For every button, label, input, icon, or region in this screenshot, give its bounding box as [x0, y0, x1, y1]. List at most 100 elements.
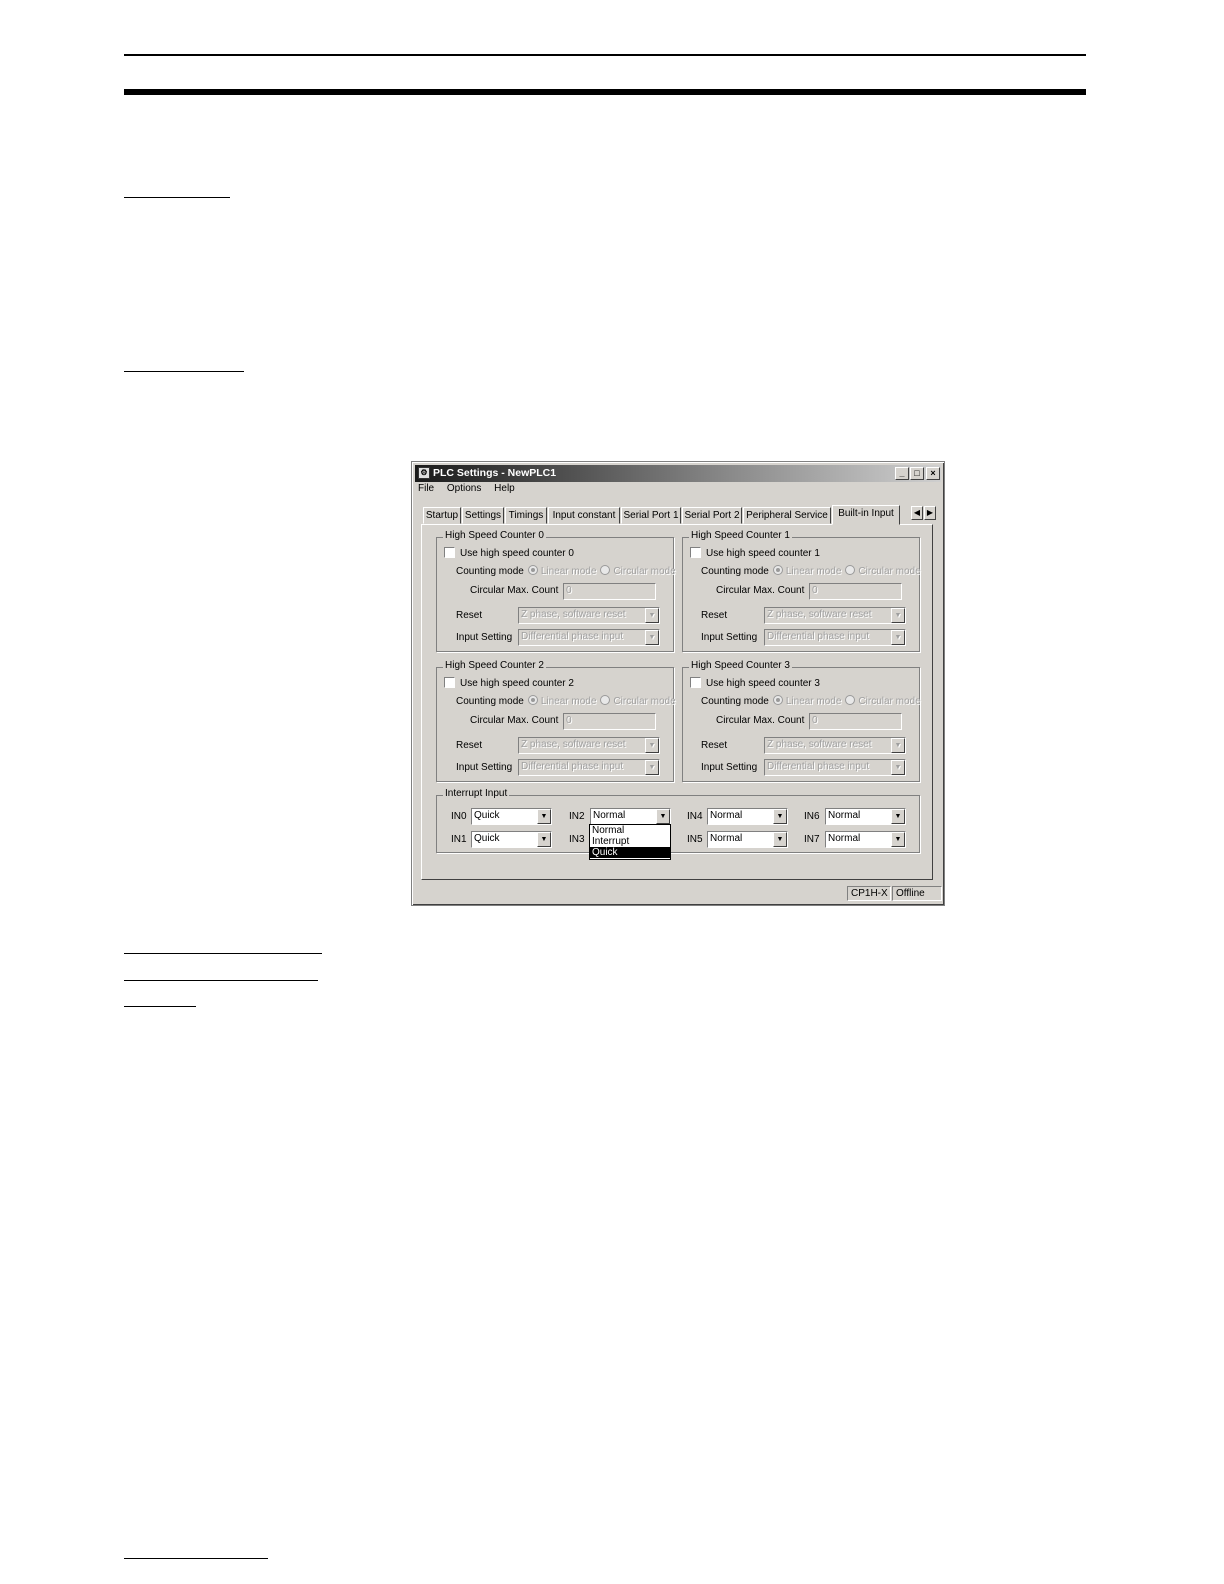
in1-value: Quick: [474, 833, 500, 844]
status-model: CP1H-X: [847, 886, 891, 901]
hsc3-use-checkbox[interactable]: [690, 677, 701, 688]
in0-select[interactable]: Quick ▼: [471, 808, 552, 825]
title-bar[interactable]: ⚙ PLC Settings - NewPLC1 _ □ ×: [415, 465, 941, 482]
hsc0-mode-row: Counting mode Linear mode Circular mode: [456, 565, 676, 577]
hsc0-max-input: 0: [563, 583, 656, 600]
heading-underline-1: [124, 197, 230, 198]
hsc2-reset-select: Z phase, software reset ▼: [518, 737, 660, 754]
tab-timings[interactable]: Timings: [505, 507, 547, 524]
chevron-down-icon[interactable]: ▼: [537, 832, 551, 847]
tab-startup[interactable]: Startup: [423, 507, 461, 524]
hsc1-linear-radio: [772, 565, 783, 575]
in7-select[interactable]: Normal ▼: [825, 831, 906, 848]
hsc2-mode-label: Counting mode: [456, 696, 524, 707]
menu-options[interactable]: Options: [447, 483, 481, 494]
minimize-button[interactable]: _: [895, 467, 909, 480]
heading-underline-2: [124, 371, 244, 372]
in0-label: IN0: [451, 811, 467, 822]
status-bar: CP1H-X Offline: [415, 885, 942, 902]
hsc2-linear-radio: [527, 695, 538, 705]
hsc1-input-select: Differential phase input ▼: [764, 629, 906, 646]
hsc2-max-input: 0: [563, 713, 656, 730]
hsc1-reset-select: Z phase, software reset ▼: [764, 607, 906, 624]
dropdown-option-normal[interactable]: Normal: [590, 825, 670, 836]
hsc3-group: High Speed Counter 3 Use high speed coun…: [682, 660, 921, 782]
hsc0-linear-label: Linear mode: [540, 566, 597, 577]
app-icon: ⚙: [418, 467, 430, 479]
hsc2-input-select: Differential phase input ▼: [518, 759, 660, 776]
chevron-down-icon[interactable]: ▼: [537, 809, 551, 824]
hsc2-reset-value: Z phase, software reset: [521, 739, 626, 750]
tab-serial-port-1[interactable]: Serial Port 1: [621, 507, 681, 524]
window-title: PLC Settings - NewPLC1: [433, 467, 557, 479]
tab-scroll-left-icon[interactable]: ◀: [911, 506, 923, 520]
in2-select[interactable]: Normal ▼: [590, 808, 671, 825]
hsc1-circular-label: Circular mode: [858, 566, 921, 577]
hsc3-max-input: 0: [809, 713, 902, 730]
chevron-down-icon: ▼: [645, 738, 659, 753]
hsc3-linear-radio: [772, 695, 783, 705]
in5-label: IN5: [687, 834, 703, 845]
menu-help[interactable]: Help: [494, 483, 515, 494]
hsc3-reset-select: Z phase, software reset ▼: [764, 737, 906, 754]
hsc0-circular-radio: [600, 565, 611, 575]
dropdown-option-interrupt[interactable]: Interrupt: [590, 836, 670, 847]
header-rule-thin: [124, 54, 1086, 56]
in1-label: IN1: [451, 834, 467, 845]
hsc3-reset-label: Reset: [701, 740, 728, 751]
built-in-input-panel: High Speed Counter 0 Use high speed coun…: [421, 524, 933, 880]
hsc0-input-value: Differential phase input: [521, 631, 624, 642]
in0-value: Quick: [474, 810, 500, 821]
close-button[interactable]: ×: [926, 467, 940, 480]
tab-serial-port-2[interactable]: Serial Port 2: [682, 507, 742, 524]
chevron-down-icon[interactable]: ▼: [773, 809, 787, 824]
in4-select[interactable]: Normal ▼: [707, 808, 788, 825]
in1-select[interactable]: Quick ▼: [471, 831, 552, 848]
tab-scroll-right-icon[interactable]: ▶: [924, 506, 936, 520]
hsc2-use-label: Use high speed counter 2: [460, 678, 574, 689]
hsc1-reset-label: Reset: [701, 610, 728, 621]
hsc1-use-checkbox[interactable]: [690, 547, 701, 558]
heading-underline-5: [124, 1006, 196, 1007]
chevron-down-icon[interactable]: ▼: [773, 832, 787, 847]
in4-value: Normal: [710, 810, 743, 821]
tab-settings[interactable]: Settings: [462, 507, 504, 524]
hsc2-reset-label: Reset: [456, 740, 483, 751]
hsc3-linear-label: Linear mode: [785, 696, 842, 707]
hsc0-title: High Speed Counter 0: [443, 530, 546, 541]
in2-value: Normal: [593, 810, 626, 821]
hsc1-linear-label: Linear mode: [785, 566, 842, 577]
in7-value: Normal: [828, 833, 861, 844]
hsc0-circular-label: Circular mode: [613, 566, 676, 577]
menu-file[interactable]: File: [418, 483, 434, 494]
hsc2-circular-radio: [600, 695, 611, 705]
footer-underline: [124, 1558, 268, 1559]
hsc3-use-label: Use high speed counter 3: [706, 678, 820, 689]
hsc2-use-checkbox[interactable]: [444, 677, 455, 688]
in5-select[interactable]: Normal ▼: [707, 831, 788, 848]
hsc3-use-row[interactable]: Use high speed counter 3: [690, 677, 820, 689]
chevron-down-icon[interactable]: ▼: [656, 809, 670, 824]
in6-label: IN6: [804, 811, 820, 822]
in2-label: IN2: [569, 811, 585, 822]
hsc3-input-label: Input Setting: [701, 762, 758, 773]
tab-peripheral-service[interactable]: Peripheral Service: [743, 507, 831, 524]
plc-settings-window: ⚙ PLC Settings - NewPLC1 _ □ × File Opti…: [411, 461, 945, 906]
chevron-down-icon: ▼: [891, 738, 905, 753]
hsc1-circular-radio: [845, 565, 856, 575]
hsc1-use-row[interactable]: Use high speed counter 1: [690, 547, 820, 559]
hsc1-max-input: 0: [809, 583, 902, 600]
in6-select[interactable]: Normal ▼: [825, 808, 906, 825]
hsc1-mode-row: Counting mode Linear mode Circular mode: [701, 565, 921, 577]
maximize-button[interactable]: □: [910, 467, 924, 480]
tab-built-in-input[interactable]: Built-in Input: [832, 505, 900, 525]
hsc2-use-row[interactable]: Use high speed counter 2: [444, 677, 574, 689]
hsc0-use-row[interactable]: Use high speed counter 0: [444, 547, 574, 559]
chevron-down-icon[interactable]: ▼: [891, 809, 905, 824]
tab-input-constant[interactable]: Input constant: [548, 507, 620, 524]
hsc0-use-checkbox[interactable]: [444, 547, 455, 558]
dropdown-option-quick[interactable]: Quick: [590, 847, 670, 858]
chevron-down-icon[interactable]: ▼: [891, 832, 905, 847]
in6-value: Normal: [828, 810, 861, 821]
hsc2-input-value: Differential phase input: [521, 761, 624, 772]
